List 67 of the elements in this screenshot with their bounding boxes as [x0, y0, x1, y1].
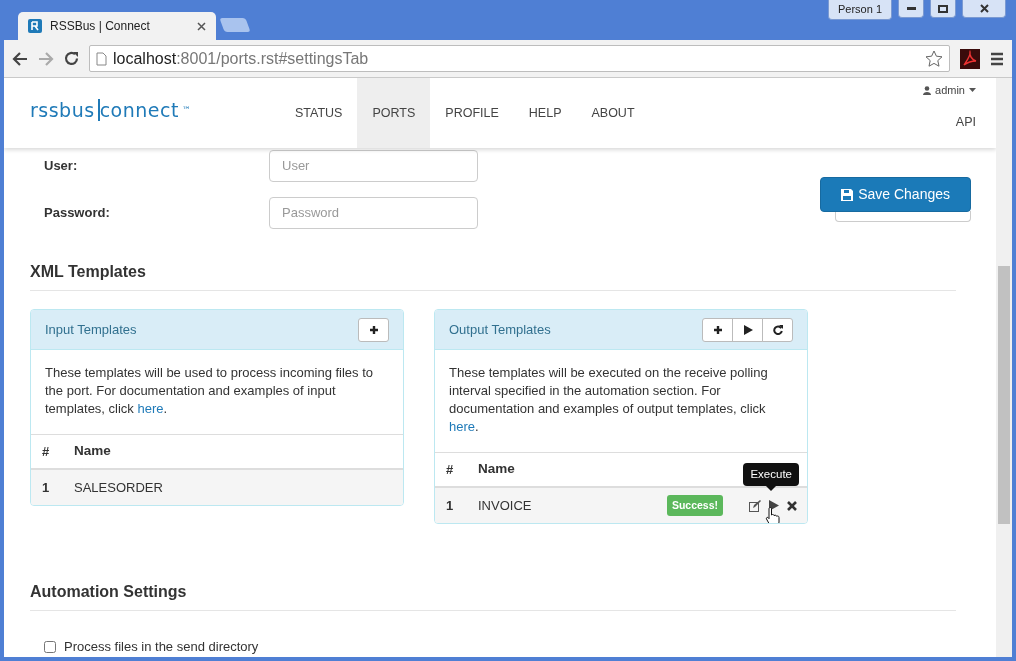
menu-icon[interactable] [990, 51, 1004, 66]
panel-description: These templates will be executed on the receive polling interval specified in the automation section. For documentation and examples of output templates, click here. [435, 350, 807, 453]
minimize-icon [906, 7, 916, 10]
close-button[interactable] [962, 0, 1006, 18]
site-icon [28, 19, 42, 33]
nav-link[interactable]: PORTS [357, 78, 431, 148]
field-label: Password: [43, 203, 111, 222]
scrollbar-thumb[interactable] [998, 266, 1010, 524]
add-button[interactable] [358, 317, 389, 342]
maximize-button[interactable] [930, 0, 956, 18]
column-header: # [445, 460, 455, 479]
reload-icon[interactable] [64, 51, 79, 66]
nav-link[interactable]: PROFILE [430, 78, 514, 148]
column-header: Name [478, 460, 515, 479]
maximize-icon [938, 4, 948, 13]
refresh-button[interactable] [762, 317, 793, 342]
logo: rssbus connect$^{™}$ [30, 98, 193, 123]
plus-icon [368, 324, 379, 335]
panel-title: Output Templates [449, 320, 551, 339]
user-menu[interactable]: admin [923, 82, 976, 99]
status-badge: Success! [666, 494, 723, 517]
table-cell-text: INVOICE [478, 496, 533, 515]
back-icon[interactable] [12, 51, 28, 66]
test-connection-button[interactable] [835, 211, 971, 222]
delete-icon[interactable] [787, 500, 797, 511]
input-field[interactable]: Password [269, 196, 478, 229]
profile-button[interactable]: Person 1 [827, 0, 892, 20]
save-changes-button[interactable]: Save Changes [820, 177, 971, 212]
address-bar[interactable]: localhost:8001/ports.rst#settingsTab [89, 45, 950, 72]
caret-icon [969, 88, 976, 93]
scrollbar[interactable] [996, 78, 1012, 657]
execute-button[interactable] [732, 317, 763, 342]
input-field[interactable]: User [269, 149, 478, 182]
close-icon [979, 4, 989, 13]
edit-icon[interactable] [749, 499, 761, 512]
tab-title: RSSBus | Connect [50, 18, 151, 35]
section-heading: XML Templates [30, 260, 956, 291]
refresh-icon [772, 324, 783, 335]
column-header: Name [74, 442, 111, 461]
save-icon [841, 188, 854, 201]
nav-link[interactable]: HELP [513, 78, 577, 148]
api-link[interactable]: API [955, 112, 976, 132]
plus-icon [712, 324, 723, 335]
nav-link[interactable]: ABOUT [576, 78, 650, 148]
pdf-icon[interactable] [960, 48, 980, 69]
field-label: User: [43, 156, 79, 175]
checkbox-label: Process files in the send directory [64, 638, 259, 656]
browser-tab[interactable]: RSSBus | Connect [18, 12, 216, 40]
panel-title: Input Templates [45, 320, 137, 339]
table-cell-text: 1 [445, 496, 455, 515]
column-header: # [41, 442, 51, 461]
here-link[interactable]: here [449, 419, 476, 434]
section-heading: Automation Settings [30, 580, 956, 611]
minimize-button[interactable] [898, 0, 924, 18]
close-icon[interactable] [197, 21, 206, 31]
user-icon [923, 85, 932, 95]
star-icon[interactable] [925, 49, 943, 68]
page-icon [96, 51, 107, 66]
table-cell-text: 1 [41, 478, 51, 497]
nav-link[interactable]: STATUS [280, 78, 358, 148]
play-icon [742, 324, 753, 335]
panel-description: These templates will be used to process incoming files to the port. For documentation and examples of input templates, click here. [31, 350, 403, 435]
url-text: localhost:8001/ports.rst#settingsTab [113, 48, 370, 69]
add-button[interactable] [702, 317, 733, 342]
here-link[interactable]: here [137, 401, 164, 416]
checkbox[interactable] [44, 640, 56, 653]
table-cell-text: SALESORDER [74, 478, 164, 497]
